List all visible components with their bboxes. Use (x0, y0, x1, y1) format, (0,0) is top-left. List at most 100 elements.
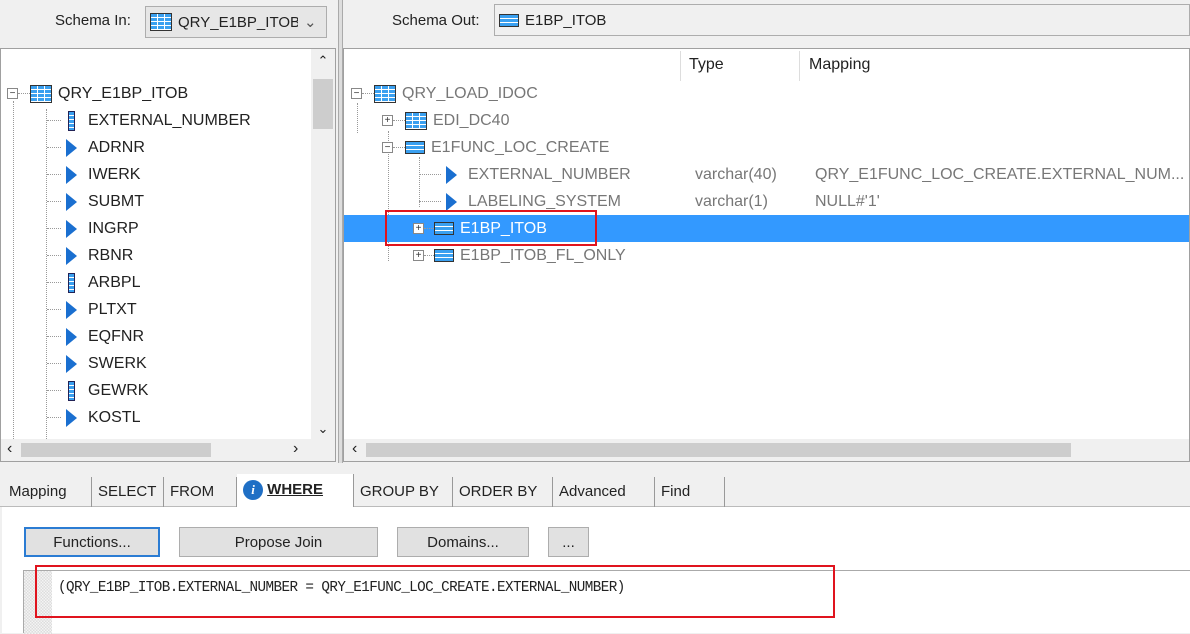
column-arrow-icon (66, 219, 77, 238)
scroll-thumb[interactable] (313, 79, 333, 129)
tab-label: SELECT (98, 483, 157, 500)
tab-select[interactable]: SELECT (92, 477, 164, 507)
chevron-down-icon: ⌄ (304, 14, 317, 31)
schema-in-tree: − QRY_E1BP_ITOB EXTERNAL_NUMBER ADRNR IWER… (0, 48, 336, 462)
expand-icon[interactable]: + (382, 115, 393, 126)
tree-item[interactable]: EXTERNAL_NUMBER (47, 107, 251, 134)
tree-node-edi[interactable]: + EDI_DC40 (382, 107, 509, 134)
tab-label: Find (661, 483, 691, 500)
tab-order-by[interactable]: ORDER BY (453, 477, 553, 507)
tab-label: Mapping (9, 483, 67, 500)
field-type: varchar(40) (695, 165, 777, 183)
tab-mapping[interactable]: Mapping (3, 477, 92, 507)
expand-icon[interactable]: + (413, 250, 424, 261)
schema-in-label: Schema In: (55, 12, 131, 29)
more-button[interactable]: ... (548, 527, 589, 557)
where-clause-text[interactable]: (QRY_E1BP_ITOB.EXTERNAL_NUMBER = QRY_E1F… (58, 579, 625, 596)
schema-in-value: QRY_E1BP_ITOB (178, 13, 298, 31)
where-editor[interactable]: (QRY_E1BP_ITOB.EXTERNAL_NUMBER = QRY_E1F… (23, 570, 1190, 634)
schema-out-label: Schema Out: (392, 12, 480, 29)
schema-in-dropdown[interactable]: QRY_E1BP_ITOB ⌄ (145, 6, 327, 38)
schema-icon (434, 249, 454, 262)
tree-node-fl-only[interactable]: + E1BP_ITOB_FL_ONLY (413, 242, 626, 269)
schema-icon (405, 141, 425, 154)
tree-item[interactable]: PLTXT (47, 296, 137, 323)
tree-item-label: ADRNR (88, 138, 145, 156)
column-arrow-icon (66, 246, 77, 265)
tree-item-label: INGRP (88, 219, 139, 237)
schema-icon (499, 13, 519, 27)
tree-item[interactable]: SUBMT (47, 188, 144, 215)
tree-item[interactable]: INGRP (47, 215, 139, 242)
tab-group-by[interactable]: GROUP BY (354, 477, 453, 507)
domains-button[interactable]: Domains... (397, 527, 529, 557)
column-arrow-icon (66, 165, 77, 184)
schema-out-value: E1BP_ITOB (525, 11, 607, 29)
tree-item-label: SWERK (88, 354, 147, 372)
field-name: LABELING_SYSTEM (468, 192, 621, 210)
key-column-icon (68, 380, 75, 401)
vertical-scrollbar[interactable]: ⌃ ⌄ (311, 49, 335, 439)
tree-item-label: GEWRK (88, 381, 149, 399)
tree-item-label: IWERK (88, 165, 141, 183)
editor-gutter (24, 571, 52, 634)
tab-where[interactable]: i WHERE (237, 474, 354, 508)
scroll-down-icon[interactable]: ⌄ (311, 421, 335, 437)
tab-label: FROM (170, 483, 215, 500)
tree-item[interactable]: EQFNR (47, 323, 144, 350)
tree-item[interactable]: ADRNR (47, 134, 145, 161)
collapse-icon[interactable]: − (351, 88, 362, 99)
tree-item[interactable]: ARBPL (47, 269, 140, 296)
field-row[interactable]: LABELING_SYSTEM varchar(1) NULL#'1' (419, 188, 1189, 215)
key-column-icon (68, 110, 75, 131)
tab-label: GROUP BY (360, 483, 439, 500)
field-name: EXTERNAL_NUMBER (468, 165, 631, 183)
tree-item[interactable]: SWERK (47, 350, 147, 377)
collapse-icon[interactable]: − (382, 142, 393, 153)
horizontal-scrollbar[interactable]: ‹ (344, 439, 1189, 461)
tree-root[interactable]: − QRY_E1BP_ITOB (7, 80, 188, 107)
key-column-icon (68, 272, 75, 293)
column-arrow-icon (66, 192, 77, 211)
scroll-thumb-h[interactable] (366, 443, 1071, 457)
root-label: QRY_LOAD_IDOC (402, 84, 538, 102)
scroll-left-icon[interactable]: ‹ (352, 440, 357, 458)
tree-root[interactable]: − QRY_LOAD_IDOC (351, 80, 538, 107)
tree-item-label: ARBPL (88, 273, 141, 291)
scroll-up-icon[interactable]: ⌃ (311, 53, 335, 69)
tree-item[interactable]: RBNR (47, 242, 133, 269)
scroll-right-icon[interactable]: › (293, 440, 298, 458)
horizontal-scrollbar[interactable]: ‹ › (1, 439, 335, 461)
tree-item-label: PLTXT (88, 300, 137, 318)
tree-item[interactable]: GEWRK (47, 377, 148, 404)
column-header-mapping[interactable]: Mapping (809, 56, 870, 74)
column-arrow-icon (66, 354, 77, 373)
tree-node-selected[interactable]: + E1BP_ITOB (413, 215, 547, 242)
node-label: E1BP_ITOB_FL_ONLY (460, 246, 626, 264)
scroll-thumb-h[interactable] (21, 443, 211, 457)
table-icon (374, 84, 396, 103)
node-label: E1BP_ITOB (460, 219, 547, 237)
tree-item-label: EXTERNAL_NUMBER (88, 111, 251, 129)
column-header-type[interactable]: Type (689, 56, 724, 74)
schema-out-field: E1BP_ITOB (494, 4, 1190, 36)
expand-icon[interactable]: + (413, 223, 424, 234)
node-label: EDI_DC40 (433, 111, 510, 129)
tab-from[interactable]: FROM (164, 477, 237, 507)
column-arrow-icon (446, 165, 457, 184)
functions-button[interactable]: Functions... (24, 527, 160, 557)
tree-item-label: EQFNR (88, 327, 144, 345)
field-row[interactable]: EXTERNAL_NUMBER varchar(40) QRY_E1FUNC_L… (419, 161, 1189, 188)
field-mapping: QRY_E1FUNC_LOC_CREATE.EXTERNAL_NUM... (815, 165, 1185, 183)
tab-find[interactable]: Find (655, 477, 725, 507)
tab-advanced[interactable]: Advanced (553, 477, 655, 507)
scroll-left-icon[interactable]: ‹ (7, 440, 12, 458)
node-label: E1FUNC_LOC_CREATE (431, 138, 610, 156)
tree-item[interactable]: KOSTL (47, 404, 140, 431)
propose-join-button[interactable]: Propose Join (179, 527, 378, 557)
tree-item[interactable]: IWERK (47, 161, 140, 188)
tree-item-label: RBNR (88, 246, 134, 264)
tree-node-func[interactable]: − E1FUNC_LOC_CREATE (382, 134, 609, 161)
tab-label: Advanced (559, 483, 626, 500)
collapse-icon[interactable]: − (7, 88, 18, 99)
